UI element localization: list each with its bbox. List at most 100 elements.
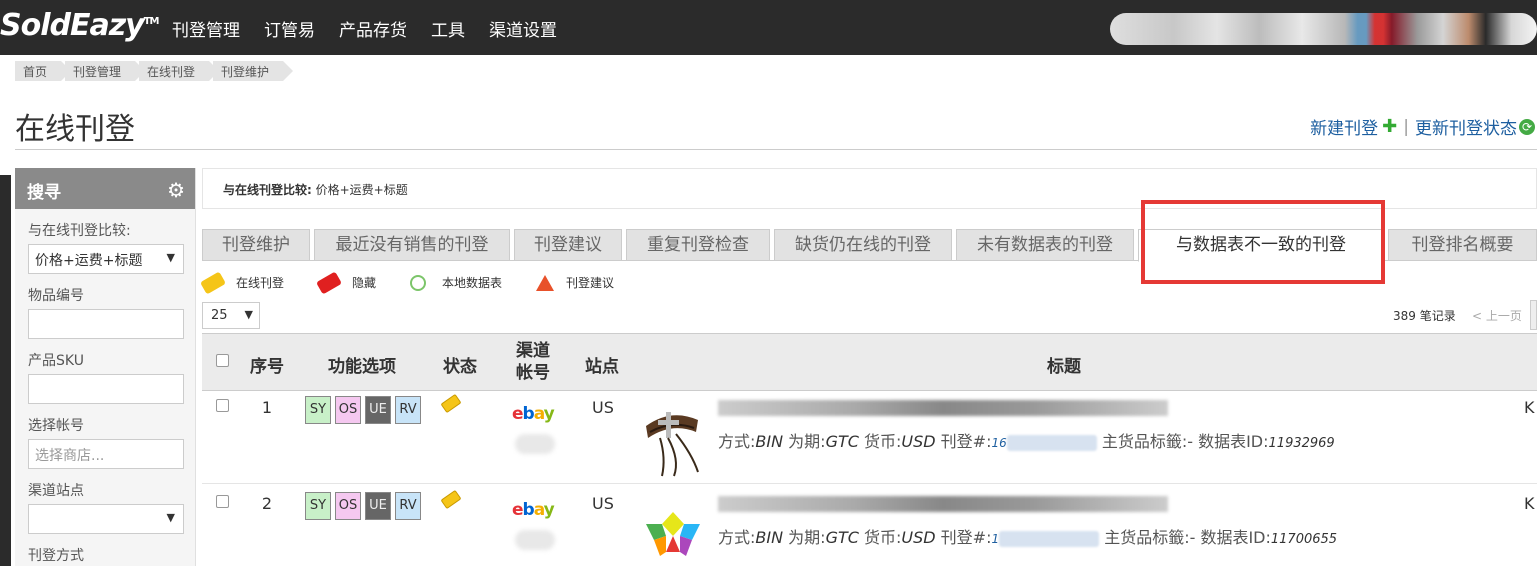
- breadcrumb-online-listing[interactable]: 在线刊登: [139, 61, 220, 81]
- chevron-down-icon: ▼: [166, 511, 175, 524]
- prev-page-button[interactable]: < 上一页: [1472, 307, 1522, 324]
- listing-id-redacted: [1006, 434, 1097, 451]
- title-redacted[interactable]: [718, 400, 1168, 416]
- legend-suggestion: 刊登建议: [566, 276, 615, 290]
- account-label: 选择帐号: [28, 418, 84, 434]
- nav-channel-settings[interactable]: 渠道设置: [489, 16, 557, 41]
- refresh-icon[interactable]: ⟳: [1519, 118, 1535, 135]
- nav-product-inventory[interactable]: 产品存货: [339, 16, 407, 41]
- os-button[interactable]: OS: [335, 396, 361, 424]
- sku-input[interactable]: [28, 374, 184, 404]
- os-button[interactable]: OS: [335, 492, 361, 520]
- listing-meta: 方式:BIN 为期:GTC 货币:USD 刊登#:16 主货品标籤:- 数据表I…: [718, 432, 1335, 451]
- product-thumbnail[interactable]: [636, 398, 710, 478]
- soldeazy-logo[interactable]: SoldEazyTM: [0, 8, 160, 43]
- tab-no-recent-sales[interactable]: 最近没有销售的刊登: [314, 229, 510, 261]
- nav-order-manager[interactable]: 订管易: [264, 16, 315, 41]
- listing-id-redacted: [999, 530, 1100, 547]
- tag-yellow-icon: [199, 270, 227, 295]
- site-select[interactable]: ▼: [28, 504, 184, 534]
- new-listing-link[interactable]: 新建刊登: [1310, 114, 1378, 139]
- header-site[interactable]: 站点: [585, 352, 619, 377]
- header-functions: 功能选项: [328, 357, 396, 377]
- tab-duplicate-check[interactable]: 重复刊登检查: [626, 229, 770, 261]
- chevron-down-icon: ▼: [244, 308, 253, 321]
- compare-select[interactable]: 价格+运费+标题 ▼: [28, 244, 184, 274]
- ebay-logo: ebay: [512, 500, 555, 520]
- online-tag-icon: [440, 393, 462, 414]
- legend-hidden: 隐藏: [352, 276, 377, 290]
- search-panel-header: 搜寻 ⚙: [15, 168, 195, 209]
- legend-online: 在线刊登: [236, 276, 285, 290]
- tab-out-of-stock-online[interactable]: 缺货仍在线的刊登: [774, 229, 952, 261]
- page-actions: 新建刊登 ✚ | 更新刊登状态 ⟳: [1310, 114, 1535, 139]
- breadcrumb-home[interactable]: 首页: [15, 61, 72, 81]
- ue-button[interactable]: UE: [365, 492, 391, 520]
- legend-local-datasheet: 本地数据表: [442, 276, 503, 290]
- status-legend: 在线刊登 隐藏 本地数据表 刊登建议: [199, 270, 648, 295]
- row-checkbox[interactable]: [216, 495, 229, 508]
- nav-tools[interactable]: 工具: [431, 16, 465, 41]
- site-label: 渠道站点: [28, 483, 84, 499]
- title-divider: [15, 149, 1537, 150]
- tab-listing-maintenance[interactable]: 刊登维护: [202, 229, 310, 261]
- table-row: 1 SY OS UE RV ebay US 方式:BIN 为期:GTC 货币:U…: [202, 392, 1537, 484]
- record-count: 389 笔记录: [1393, 309, 1456, 323]
- row-site: US: [592, 494, 614, 513]
- search-sidebar: 搜寻 ⚙ 与在线刊登比较: 价格+运费+标题 ▼ 物品编号 产品SKU 选择帐号 …: [15, 168, 196, 566]
- highlight-annotation: [1141, 200, 1385, 284]
- tab-no-datasheet[interactable]: 未有数据表的刊登: [956, 229, 1134, 261]
- sync-button[interactable]: SY: [305, 492, 331, 520]
- row-site: US: [592, 398, 614, 417]
- account-name-redacted: [515, 434, 555, 454]
- ebay-logo: ebay: [512, 404, 555, 424]
- title-redacted[interactable]: [718, 496, 1168, 512]
- page-title: 在线刊登: [15, 112, 135, 147]
- online-tag-icon: [440, 489, 462, 510]
- row-index: 2: [261, 494, 273, 513]
- next-page-button[interactable]: [1530, 300, 1537, 330]
- listing-id-link[interactable]: 1: [991, 532, 999, 546]
- divider: |: [1403, 116, 1409, 137]
- datasheet-id-link[interactable]: 11700655: [1271, 532, 1337, 547]
- method-label: 刊登方式: [28, 548, 84, 564]
- page-size-select[interactable]: 25 ▼: [202, 302, 260, 329]
- listing-meta: 方式:BIN 为期:GTC 货币:USD 刊登#:1 主货品标籤:- 数据表ID…: [718, 528, 1338, 547]
- header-channel-account[interactable]: 渠道帐号: [515, 340, 551, 384]
- item-no-input[interactable]: [28, 309, 184, 339]
- user-account-area[interactable]: [1110, 13, 1537, 45]
- select-all-checkbox[interactable]: [216, 354, 229, 367]
- table-header: 序号 功能选项 状态 渠道帐号 站点 标题: [202, 333, 1537, 391]
- account-name-redacted: [515, 530, 555, 550]
- tab-listing-suggestions[interactable]: 刊登建议: [514, 229, 622, 261]
- header-title[interactable]: 标题: [1047, 352, 1081, 377]
- gear-icon[interactable]: ⚙: [167, 178, 185, 202]
- search-title: 搜寻: [27, 183, 61, 203]
- tab-ranking-summary[interactable]: 刊登排名概要: [1388, 229, 1537, 261]
- compare-summary-value: 价格+运费+标题: [311, 183, 408, 197]
- tag-red-icon: [315, 270, 343, 295]
- header-index[interactable]: 序号: [250, 352, 284, 377]
- plus-icon[interactable]: ✚: [1382, 116, 1397, 137]
- header-status[interactable]: 状态: [443, 352, 477, 377]
- ue-button[interactable]: UE: [365, 396, 391, 424]
- product-thumbnail[interactable]: [636, 494, 710, 566]
- listing-id-link[interactable]: 16: [991, 436, 1006, 450]
- sync-button[interactable]: SY: [305, 396, 331, 424]
- account-select[interactable]: 选择商店...: [28, 439, 184, 469]
- breadcrumb-listing-maintenance[interactable]: 刊登维护: [213, 61, 294, 81]
- left-edge: [0, 55, 11, 566]
- rv-button[interactable]: RV: [395, 492, 421, 520]
- breadcrumb-listing-management[interactable]: 刊登管理: [65, 61, 146, 81]
- datasheet-id-link[interactable]: 11932969: [1269, 436, 1335, 451]
- rv-button[interactable]: RV: [395, 396, 421, 424]
- datasheet-icon: [410, 274, 427, 291]
- update-status-link[interactable]: 更新刊登状态: [1415, 114, 1517, 139]
- warning-icon: [536, 274, 555, 291]
- sku-label: 产品SKU: [28, 353, 84, 369]
- breadcrumb: 首页 刊登管理 在线刊登 刊登维护: [15, 61, 294, 81]
- row-extra-column: K: [1524, 398, 1535, 417]
- nav-listing-management[interactable]: 刊登管理: [172, 16, 240, 41]
- compare-label: 与在线刊登比较:: [28, 223, 131, 239]
- row-checkbox[interactable]: [216, 399, 229, 412]
